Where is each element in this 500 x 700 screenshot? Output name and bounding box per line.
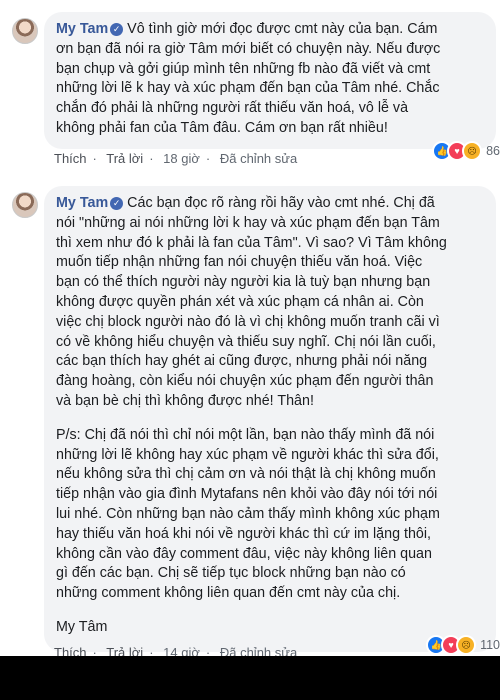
comment-line: không cần vào đây comment đâu, việc này …	[56, 545, 432, 562]
timestamp[interactable]: 18 giờ	[163, 151, 200, 166]
reaction-count: 86	[486, 144, 500, 158]
comment-line: bạn chụp và gởi giúp mình tên những fb n…	[56, 60, 431, 77]
comment-line: đàng hoàng, còn kiểu nói chuyện xúc phạm…	[56, 373, 434, 390]
comment-line: Vô tình giờ mới đọc được cmt này của bạn…	[127, 21, 438, 37]
reaction-summary[interactable]: 👍 ♥ ☹ 86	[432, 140, 500, 162]
author-name[interactable]: My Tam	[56, 195, 108, 211]
comment-line: có về không hiểu chuyện và thiếu suy ngh…	[56, 333, 436, 350]
avatar[interactable]	[12, 192, 38, 218]
sad-reaction-icon: ☹	[456, 635, 477, 655]
sad-reaction-icon: ☹	[462, 141, 483, 161]
comment-line: những lời lẽ k hay và xúc phạm đến bạn c…	[56, 80, 440, 97]
comment-line: muốn tiếp nhận những fan nói chuyện thiế…	[56, 254, 423, 271]
comment-line: hay thiếu văn hoá khi nói về người khác …	[56, 525, 432, 542]
edited-label[interactable]: Đã chỉnh sửa	[220, 151, 297, 166]
like-link[interactable]: Thích	[54, 151, 87, 166]
comment-text: My Tam ✓ Vô tình giờ mới đọc được cmt này …	[56, 20, 484, 139]
comment-line: nói "những ai nói những lời k hay và xúc…	[56, 214, 440, 231]
comment-paragraph: My Tam ✓ Các bạn đọc rõ ràng rồi hãy vào c…	[56, 194, 484, 412]
comment-bubble: My Tam ✓ Các bạn đọc rõ ràng rồi hãy vào c…	[44, 186, 496, 652]
black-bottom-bar	[0, 656, 500, 700]
comment-line: Các bạn đọc rõ ràng rồi hãy vào cmt nhé.…	[127, 195, 435, 211]
comment-line: thì xem như đó k phải là fan của Tâm". V…	[56, 234, 447, 251]
comment-line: việc chị block người nào đó là vì chị kh…	[56, 313, 440, 330]
reaction-count: 110	[480, 638, 500, 652]
reply-link[interactable]: Trả lời	[106, 151, 143, 166]
comment-line: không phải fan của Tâm đâu. Cám ơn bạn r…	[56, 119, 388, 136]
comment-bubble: My Tam ✓ Vô tình giờ mới đọc được cmt này …	[44, 12, 496, 149]
comment-paragraph: P/s: Chị đã nói thì chỉ nói một lần, bạn…	[56, 426, 484, 604]
comment-line: ơn bạn đã nói ra giờ Tâm mới biết có chu…	[56, 40, 441, 57]
comment-line: tiếp nhận vào gia đình Mytafans nên khỏi…	[56, 486, 438, 503]
comment-line: gì đến các bạn. Chị sẽ tiếp tục block nh…	[56, 565, 406, 582]
comment-line: chắn đó phải là những người rất thiếu vă…	[56, 100, 409, 117]
comment-actions: Thích · Trả lời · 18 giờ · Đã chỉnh sửa	[54, 151, 298, 166]
comment-line: bạn có thể thích người này người kia là …	[56, 274, 431, 291]
comment-line: các bạn thích hay ghét ai cũng được, như…	[56, 353, 428, 370]
comment-line: không được quyền phán xét và xúc phạm cá…	[56, 293, 424, 310]
comment-line: P/s: Chị đã nói thì chỉ nói một lần, bạn…	[56, 426, 435, 443]
author-name[interactable]: My Tam	[56, 21, 108, 37]
comment-line: nếu không sửa thì chị cảm ơn và nói thật…	[56, 466, 436, 483]
reaction-summary[interactable]: 👍 ♥ ☹ 110	[426, 634, 500, 656]
comment-line: những comment không liên quan đến cmt nà…	[56, 585, 401, 602]
verified-check-icon: ✓	[110, 23, 124, 36]
comment-line: những lời lẽ không hay xúc phạm về người…	[56, 446, 439, 463]
signature: My Tâm	[56, 618, 108, 635]
comment-line: và bạn bè chị thì không được nhé! Thân!	[56, 392, 314, 409]
verified-check-icon: ✓	[110, 197, 124, 210]
comment-line: lui nhé. Còn những bạn nào cảm thấy mình…	[56, 505, 440, 522]
avatar[interactable]	[12, 18, 38, 44]
